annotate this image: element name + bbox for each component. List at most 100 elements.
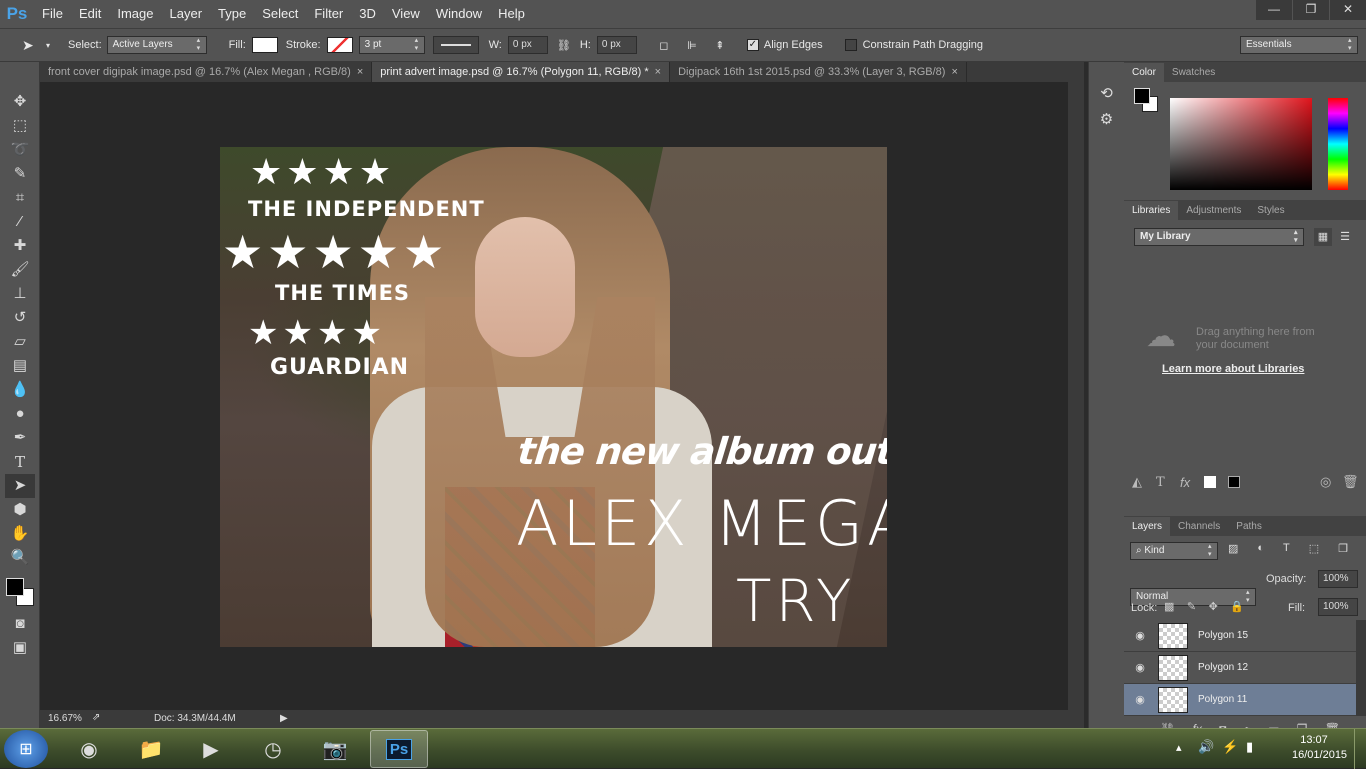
zoom-level[interactable]: 16.67% xyxy=(48,713,82,724)
clock-app-icon[interactable]: ◷ xyxy=(244,730,302,768)
share-icon[interactable]: ⇗ xyxy=(92,712,100,723)
screen-mode-icon[interactable]: ▣ xyxy=(5,636,35,660)
link-icon[interactable]: ⛓ xyxy=(554,39,574,52)
blur-tool-icon[interactable]: 💧 xyxy=(5,378,35,402)
menu-3d[interactable]: 3D xyxy=(351,0,384,28)
tray-arrow-icon[interactable]: ▴ xyxy=(1176,741,1182,754)
add-text-icon[interactable]: T xyxy=(1156,475,1180,490)
color-field[interactable] xyxy=(1170,98,1312,190)
menu-help[interactable]: Help xyxy=(490,0,533,28)
close-tab-icon[interactable]: × xyxy=(951,66,957,78)
tool-preset-dropdown-icon[interactable]: ▾ xyxy=(46,41,60,50)
close-tab-icon[interactable]: × xyxy=(357,66,363,78)
menu-layer[interactable]: Layer xyxy=(162,0,211,28)
cc-sync-icon[interactable]: ◎ xyxy=(1320,474,1342,490)
media-player-icon[interactable]: ▶ xyxy=(182,730,240,768)
history-brush-tool-icon[interactable]: ↺ xyxy=(5,306,35,330)
history-panel-icon[interactable]: ⟲ xyxy=(1089,84,1124,110)
power-icon[interactable]: ⚡ xyxy=(1222,739,1238,755)
close-button[interactable]: ✕ xyxy=(1330,0,1366,20)
opacity-input[interactable]: 100% xyxy=(1318,570,1358,588)
lock-transparency-icon[interactable]: ▩ xyxy=(1164,600,1174,613)
crop-tool-icon[interactable]: ⌗ xyxy=(5,186,35,210)
align-edges-checkbox[interactable]: ✓ xyxy=(746,39,759,51)
path-alignment-icon[interactable]: ⊫ xyxy=(681,39,703,52)
path-selection-tool-icon[interactable]: ➤ xyxy=(22,37,46,54)
menu-view[interactable]: View xyxy=(384,0,428,28)
dodge-tool-icon[interactable]: ● xyxy=(5,402,35,426)
menu-image[interactable]: Image xyxy=(109,0,161,28)
clock[interactable]: 13:07 16/01/2015 xyxy=(1292,734,1347,761)
workspace-dropdown[interactable]: Essentials xyxy=(1240,36,1358,54)
chrome-icon[interactable]: ◉ xyxy=(60,730,118,768)
show-desktop-button[interactable] xyxy=(1354,729,1366,769)
lock-pixels-icon[interactable]: ✎ xyxy=(1187,600,1196,613)
stroke-width-input[interactable]: 3 pt xyxy=(358,36,425,54)
layers-scrollbar[interactable] xyxy=(1356,620,1366,716)
volume-icon[interactable]: 🔊 xyxy=(1198,739,1214,755)
start-button[interactable]: ⊞ xyxy=(4,730,48,768)
camera-app-icon[interactable]: 📷 xyxy=(306,730,364,768)
stroke-swatch[interactable] xyxy=(326,37,353,53)
gradient-tool-icon[interactable]: ▤ xyxy=(5,354,35,378)
tab-adjustments[interactable]: Adjustments xyxy=(1178,201,1249,220)
fg-color-chip[interactable] xyxy=(1134,88,1150,104)
quick-selection-tool-icon[interactable]: ✎ xyxy=(5,162,35,186)
path-operations-icon[interactable]: ◻ xyxy=(653,39,675,52)
fill-input[interactable]: 100% xyxy=(1318,598,1358,616)
document-canvas[interactable]: ★★★★ THE INDEPENDENT ★★★★★ THE TIMES ★★★… xyxy=(220,147,887,647)
constrain-path-checkbox[interactable] xyxy=(844,39,857,51)
add-bg-color-icon[interactable] xyxy=(1228,476,1240,488)
layer-row[interactable]: ◉ Polygon 12 xyxy=(1124,652,1356,684)
menu-edit[interactable]: Edit xyxy=(71,0,109,28)
menu-window[interactable]: Window xyxy=(428,0,490,28)
tab-front-cover[interactable]: front cover digipak image.psd @ 16.7% (A… xyxy=(40,62,373,82)
layer-row-selected[interactable]: ◉ Polygon 11 xyxy=(1124,684,1356,716)
select-dropdown[interactable]: Active Layers xyxy=(106,36,207,54)
hand-tool-icon[interactable]: ✋ xyxy=(5,522,35,546)
path-selection-tool-icon[interactable]: ➤ xyxy=(5,474,35,498)
clone-stamp-tool-icon[interactable]: ⊥ xyxy=(5,282,35,306)
path-arrangement-icon[interactable]: ⇞ xyxy=(709,39,731,52)
eraser-tool-icon[interactable]: ▱ xyxy=(5,330,35,354)
lock-position-icon[interactable]: ✥ xyxy=(1209,600,1218,613)
marquee-tool-icon[interactable]: ⬚ xyxy=(5,114,35,138)
fill-swatch[interactable] xyxy=(251,37,278,53)
adjustment-filter-icon[interactable]: ◐ xyxy=(1257,542,1264,555)
status-menu-arrow[interactable]: ▶ xyxy=(280,713,288,724)
width-input[interactable]: 0 px xyxy=(507,36,548,54)
add-style-icon[interactable]: fx xyxy=(1180,475,1204,490)
menu-file[interactable]: File xyxy=(34,0,71,28)
explorer-icon[interactable]: 📁 xyxy=(122,730,180,768)
tab-swatches[interactable]: Swatches xyxy=(1164,63,1223,82)
visibility-eye-icon[interactable]: ◉ xyxy=(1130,693,1150,706)
add-graphic-icon[interactable]: ◭ xyxy=(1132,474,1156,490)
visibility-eye-icon[interactable]: ◉ xyxy=(1130,661,1150,674)
eyedropper-tool-icon[interactable]: ⁄ xyxy=(5,210,35,234)
minimize-button[interactable]: — xyxy=(1256,0,1292,20)
shape-tool-icon[interactable]: ⬢ xyxy=(5,498,35,522)
tab-libraries[interactable]: Libraries xyxy=(1124,201,1179,220)
list-view-icon[interactable]: ☰ xyxy=(1336,228,1354,246)
quick-mask-icon[interactable]: ◙ xyxy=(5,612,35,636)
move-tool-icon[interactable]: ✥ xyxy=(5,90,35,114)
tab-print-advert[interactable]: print advert image.psd @ 16.7% (Polygon … xyxy=(372,62,671,82)
stroke-type-dropdown[interactable] xyxy=(432,36,479,54)
brush-tool-icon[interactable]: 🖌 xyxy=(5,258,35,282)
grid-view-icon[interactable]: ▦ xyxy=(1314,228,1332,246)
close-tab-icon[interactable]: × xyxy=(655,66,661,78)
delete-icon[interactable]: 🗑 xyxy=(1342,474,1359,490)
zoom-tool-icon[interactable]: 🔍 xyxy=(5,546,35,570)
library-dropdown[interactable]: My Library xyxy=(1134,228,1304,246)
menu-type[interactable]: Type xyxy=(210,0,254,28)
photoshop-taskbar-icon[interactable]: Ps xyxy=(370,730,428,768)
healing-brush-tool-icon[interactable]: ✚ xyxy=(5,234,35,258)
shape-filter-icon[interactable]: ⬚ xyxy=(1309,542,1319,555)
hue-slider[interactable] xyxy=(1328,98,1348,190)
smart-object-filter-icon[interactable]: ❐ xyxy=(1338,542,1348,555)
menu-select[interactable]: Select xyxy=(254,0,306,28)
type-filter-icon[interactable]: T xyxy=(1283,542,1290,555)
lasso-tool-icon[interactable]: ➰ xyxy=(5,138,35,162)
network-icon[interactable]: ▮ xyxy=(1246,739,1253,755)
learn-more-link[interactable]: Learn more about Libraries xyxy=(1162,363,1304,375)
